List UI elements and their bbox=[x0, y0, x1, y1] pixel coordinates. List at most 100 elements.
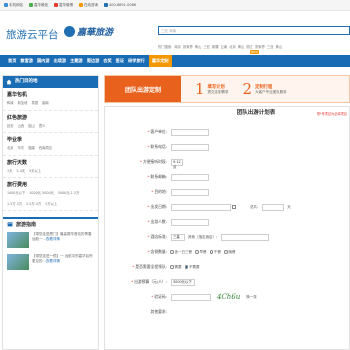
radio-option[interactable]: 晚餐 bbox=[224, 250, 236, 255]
brand-title[interactable]: 旅游云平台 bbox=[6, 27, 59, 42]
hot-search-link[interactable]: 北京 bbox=[229, 44, 236, 49]
section-link[interactable]: 5000元-1.5万 bbox=[58, 190, 79, 197]
date-field[interactable] bbox=[171, 203, 231, 211]
form-row: *目的地: bbox=[105, 188, 350, 196]
nav-item[interactable]: 国内游 bbox=[37, 58, 50, 64]
nav-item[interactable]: 研学旅行 bbox=[128, 58, 145, 64]
guide-header: 旅游指南 bbox=[3, 217, 98, 229]
section-link[interactable]: 1000元以下 bbox=[7, 190, 25, 197]
nav-item[interactable]: 嘉华定制 bbox=[148, 55, 172, 67]
nav-item[interactable]: 散客游 bbox=[20, 58, 33, 64]
sidebar-section: 毕业季 北京 华东 福建 西南周边 bbox=[3, 133, 98, 156]
section-link[interactable]: 鸭绿 bbox=[7, 100, 14, 107]
text-field[interactable] bbox=[171, 143, 209, 151]
time-select[interactable]: 9-12点 bbox=[171, 158, 183, 169]
radio-button[interactable] bbox=[184, 265, 188, 269]
section-link[interactable]: 新加坡 bbox=[18, 100, 28, 107]
field-label-text: 联系电话: bbox=[150, 144, 167, 149]
section-link[interactable]: 泰国 bbox=[31, 100, 38, 107]
required-star: * bbox=[140, 159, 142, 164]
section-link[interactable]: 1000元-5000元 bbox=[29, 190, 54, 197]
text-field[interactable] bbox=[171, 218, 209, 226]
search-input[interactable]: 三亚 海南 bbox=[158, 26, 350, 35]
radio-option[interactable]: 午餐 bbox=[209, 250, 221, 255]
top-link[interactable]: 手机网站 bbox=[4, 3, 23, 8]
option-select[interactable]: 三星 bbox=[171, 233, 185, 241]
hot-search-link[interactable]: 黄山 bbox=[275, 44, 282, 49]
captcha-image[interactable]: 4Ch6u bbox=[217, 293, 240, 301]
radio-option[interactable]: 早餐 bbox=[195, 250, 207, 255]
top-link-label: 400-8891-0066 bbox=[109, 3, 137, 7]
hot-search-link[interactable]: 张家界 bbox=[255, 44, 265, 49]
calendar-icon[interactable] bbox=[232, 205, 236, 209]
field-label: *联系邮箱: bbox=[105, 174, 167, 180]
field-label: *目的地: bbox=[105, 189, 167, 195]
top-link-label: 在线咨询 bbox=[84, 2, 98, 7]
section-link[interactable]: 1天 bbox=[7, 168, 12, 175]
section-link[interactable]: 山西 bbox=[18, 123, 25, 130]
section-link[interactable]: 遵义 bbox=[39, 123, 46, 130]
form-title: 团队出游计划表 bbox=[236, 110, 276, 116]
nav-item[interactable]: 出境游 bbox=[54, 58, 67, 64]
refresh-captcha-link[interactable]: 换一张 bbox=[246, 295, 257, 300]
radio-button[interactable] bbox=[170, 250, 174, 254]
radio-option[interactable]: 需要 bbox=[170, 265, 182, 270]
top-link[interactable]: 400-8891-0066 bbox=[104, 3, 136, 7]
text-field[interactable] bbox=[171, 128, 209, 136]
hot-search-link[interactable]: 三亚 bbox=[267, 44, 274, 49]
guide-title[interactable]: 【带您走进厦门】最高赛华首站的青春远航一... bbox=[32, 232, 92, 241]
nav-item[interactable]: 周边游 bbox=[87, 58, 100, 64]
section-link[interactable]: 5天以上 bbox=[29, 168, 41, 175]
captcha-field[interactable] bbox=[171, 293, 211, 301]
hot-search-link[interactable]: 黄山 bbox=[238, 44, 245, 49]
hot-search-link[interactable]: 新疆 bbox=[212, 44, 219, 49]
hot-search-link[interactable]: 黄山 bbox=[195, 44, 202, 49]
radio-button[interactable] bbox=[195, 250, 199, 254]
guide-thumbnail[interactable] bbox=[7, 254, 29, 270]
option-select[interactable]: 3000元以下 bbox=[171, 278, 195, 286]
sidebar-section: 嘉华包机 鸭绿 新加坡 泰国 越南 bbox=[3, 88, 98, 111]
radio-option[interactable]: 不需要 bbox=[184, 265, 200, 270]
logo[interactable]: 嘉華旅游 bbox=[64, 23, 124, 39]
section-link[interactable]: 5万以上 bbox=[45, 201, 57, 208]
section-link[interactable]: 2-4天 bbox=[16, 168, 25, 175]
guide-item[interactable]: 【带您走进厦门】最高赛华首站的青春远航一...查看详情 bbox=[3, 229, 98, 251]
section-link[interactable]: 2.5万-5万 bbox=[26, 201, 41, 208]
field-label: *联系电话: bbox=[105, 144, 167, 150]
hot-search-link[interactable]: 三亚 bbox=[203, 44, 210, 49]
section-link[interactable]: 华东 bbox=[18, 145, 25, 152]
section-link[interactable]: 越南 bbox=[42, 100, 49, 107]
days-field[interactable] bbox=[262, 203, 285, 211]
radio-option[interactable]: 含一日三餐 bbox=[170, 250, 192, 255]
top-link[interactable]: 在线咨询 bbox=[79, 3, 98, 8]
text-field[interactable] bbox=[171, 173, 209, 181]
required-star: * bbox=[147, 174, 150, 179]
hot-search-link[interactable]: 张家界 bbox=[183, 44, 193, 49]
guide-item[interactable]: 【带您走进一镜】一 远航中的嘉华后所 更见的...查看详情 bbox=[3, 251, 98, 273]
section-link[interactable]: 北京 bbox=[7, 145, 14, 152]
guide-more-link[interactable]: 查看详情 bbox=[46, 259, 60, 263]
guide-more-link[interactable]: 查看详情 bbox=[46, 237, 60, 241]
radio-button[interactable] bbox=[170, 265, 174, 269]
nav-item[interactable]: 首页 bbox=[8, 58, 16, 64]
text-field[interactable] bbox=[171, 188, 209, 196]
guide-title[interactable]: 【带您走进一镜】一 远航中的嘉华后所 更见的... bbox=[32, 254, 93, 263]
section-link[interactable]: 福建 bbox=[28, 145, 35, 152]
top-link[interactable]: 嘉华微博 bbox=[54, 3, 73, 8]
hot-search-link[interactable]: 丽江 bbox=[246, 44, 253, 49]
other-hotel-field[interactable] bbox=[221, 233, 270, 241]
radio-button[interactable] bbox=[209, 250, 213, 254]
section-link[interactable]: 1.5万-3万 bbox=[7, 201, 22, 208]
nav-item[interactable]: 签证 bbox=[116, 58, 124, 64]
nav-item[interactable]: 会奖 bbox=[103, 58, 111, 64]
section-link[interactable]: 延安 bbox=[7, 123, 14, 130]
nav-item[interactable]: 主题游 bbox=[70, 58, 83, 64]
section-link[interactable]: 西南周边 bbox=[39, 145, 52, 152]
hot-search-link[interactable]: 南京 bbox=[174, 44, 181, 49]
radio-button[interactable] bbox=[224, 250, 228, 254]
top-link[interactable]: 嘉华微信 bbox=[29, 3, 48, 8]
guide-thumbnail[interactable] bbox=[7, 232, 29, 248]
section-link[interactable]: 韶山 bbox=[28, 123, 35, 130]
step-number: 2 bbox=[242, 80, 253, 98]
hot-search-link[interactable]: 云南 bbox=[221, 44, 228, 49]
